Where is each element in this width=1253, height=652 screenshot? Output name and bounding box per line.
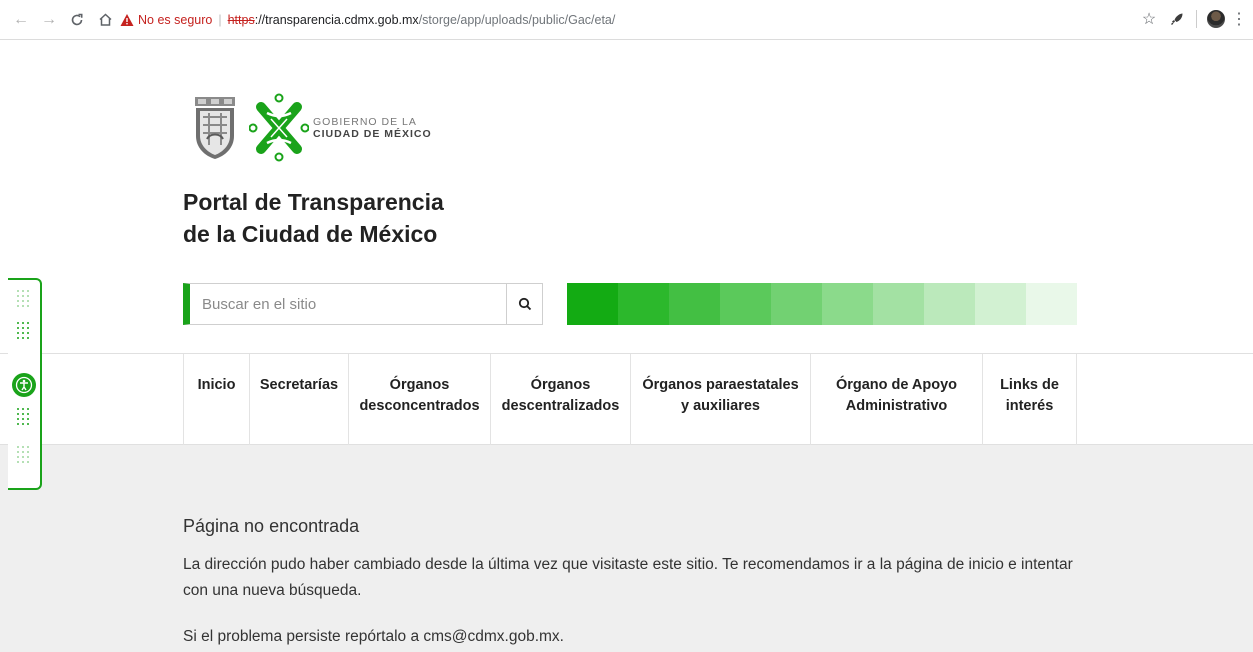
government-logo[interactable]: GOBIERNO DE LA CIUDAD DE MÉXICO — [193, 93, 432, 163]
forward-arrow-icon[interactable]: → — [38, 9, 60, 31]
title-line2: de la Ciudad de México — [183, 221, 438, 247]
coat-of-arms-icon — [195, 97, 235, 159]
error-title: Página no encontrada — [183, 516, 360, 536]
palette-swatch-2 — [618, 283, 669, 325]
grip-dots-bottom — [17, 446, 31, 463]
search-bar — [183, 283, 543, 325]
profile-avatar[interactable] — [1207, 10, 1225, 28]
nav-label-line2: interés — [1005, 398, 1054, 414]
nav-label-line1: Órganos paraestatales — [642, 377, 799, 393]
palette-swatch-1 — [567, 283, 618, 325]
nav-label: Secretarías — [259, 377, 339, 393]
security-status[interactable]: No es seguro — [138, 13, 212, 27]
home-icon[interactable] — [94, 9, 116, 31]
browser-actions: ☆ ⋮ — [1140, 8, 1247, 30]
page-title[interactable]: Portal de Transparencia de la Ciudad de … — [183, 186, 444, 250]
nav-item-inicio[interactable]: Inicio — [183, 354, 249, 445]
reload-icon[interactable] — [66, 9, 88, 31]
nav-label-line2: Administrativo — [845, 398, 948, 414]
palette-swatch-5 — [771, 283, 822, 325]
warning-icon — [120, 14, 134, 26]
error-message: La dirección pudo haber cambiado desde l… — [183, 556, 1073, 599]
rocket-extension-icon[interactable] — [1168, 8, 1186, 30]
browser-toolbar: ← → No es seguro | https ://transparenci… — [0, 0, 1253, 40]
main-content: Página no encontrada La dirección pudo h… — [0, 445, 1253, 652]
nav-item-organo-apoyo[interactable]: Órgano de Apoyo Administrativo — [810, 354, 982, 445]
grip-dots-upper — [17, 322, 31, 339]
palette-swatch-7 — [873, 283, 924, 325]
separator: | — [218, 13, 222, 27]
palette-swatch-8 — [924, 283, 975, 325]
star-icon[interactable]: ☆ — [1140, 8, 1158, 30]
cdmx-emblem-icon — [249, 93, 309, 162]
browser-nav-buttons: ← → — [10, 9, 116, 31]
url-host: ://transparencia.cdmx.gob.mx — [254, 13, 419, 27]
nav-item-organos-paraestatales[interactable]: Órganos paraestatales y auxiliares — [630, 354, 810, 445]
nav-label-line2: y auxiliares — [680, 398, 760, 414]
search-input[interactable] — [190, 284, 506, 324]
nav-item-organos-descentralizados[interactable]: Órganos descentralizados — [490, 354, 630, 445]
palette-swatch-9 — [975, 283, 1026, 325]
gov-line2: CIUDAD DE MÉXICO — [313, 128, 432, 140]
nav-label-line2: descentralizados — [501, 398, 620, 414]
title-line1: Portal de Transparencia — [183, 189, 444, 215]
government-name: GOBIERNO DE LA CIUDAD DE MÉXICO — [313, 116, 432, 140]
nav-label-line2: desconcentrados — [359, 398, 480, 414]
nav-label-line1: Órganos — [389, 377, 450, 393]
url-scheme: https — [227, 13, 255, 27]
nav-label-line1: Órganos — [530, 377, 591, 393]
palette-swatch-3 — [669, 283, 720, 325]
palette-swatch-4 — [720, 283, 771, 325]
search-button[interactable] — [506, 284, 542, 324]
toolbar-divider — [1196, 10, 1197, 28]
nav-label: Inicio — [197, 377, 236, 393]
url-path: /storge/app/uploads/public/Gac/eta/ — [418, 13, 616, 27]
grip-dots-lower — [17, 408, 31, 425]
color-palette-strip — [567, 283, 1077, 325]
nav-item-secretarias[interactable]: Secretarías — [249, 354, 348, 445]
grip-dots-top — [17, 290, 31, 307]
search-icon — [518, 297, 531, 311]
gov-line1: GOBIERNO DE LA — [313, 116, 417, 128]
main-navigation: Inicio Secretarías Órganos desconcentrado… — [0, 353, 1253, 445]
accessibility-icon[interactable] — [12, 373, 36, 397]
palette-swatch-10 — [1026, 283, 1077, 325]
nav-label-line1: Links de — [1000, 377, 1059, 393]
address-bar[interactable]: No es seguro | https ://transparencia.cd… — [120, 8, 1240, 32]
report-message: Si el problema persiste repórtalo a cms@… — [183, 628, 564, 645]
nav-item-links-interes[interactable]: Links de interés — [982, 354, 1077, 445]
menu-kebab-icon[interactable]: ⋮ — [1231, 8, 1247, 30]
nav-item-organos-desconcentrados[interactable]: Órganos desconcentrados — [348, 354, 490, 445]
accessibility-panel-tab[interactable] — [8, 278, 42, 490]
palette-swatch-6 — [822, 283, 873, 325]
nav-label-line1: Órgano de Apoyo — [835, 377, 958, 393]
back-arrow-icon[interactable]: ← — [10, 9, 32, 31]
